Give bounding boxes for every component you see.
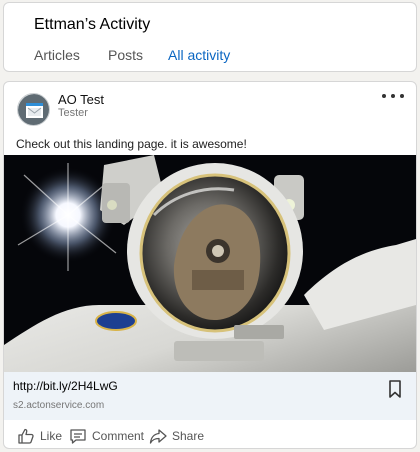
author-subtitle: Tester	[58, 107, 88, 119]
post-image[interactable]	[4, 155, 416, 372]
share-button[interactable]: Share	[149, 426, 204, 446]
post-text: Check out this landing page. it is aweso…	[16, 137, 247, 151]
envelope-icon	[18, 94, 49, 125]
post-card: AO Test Tester Check out this landing pa…	[3, 81, 417, 449]
tab-articles[interactable]: Articles	[34, 47, 80, 71]
link-preview[interactable]: http://bit.ly/2H4LwG s2.actonservice.com	[4, 372, 416, 420]
share-label: Share	[172, 429, 205, 443]
link-domain: s2.actonservice.com	[13, 400, 105, 411]
activity-title: Ettman’s Activity	[34, 16, 151, 33]
more-options-button[interactable]	[382, 88, 404, 104]
activity-header-card: Ettman’s Activity Articles Posts All act…	[3, 2, 417, 72]
bookmark-icon[interactable]	[388, 380, 402, 398]
like-label: Like	[40, 429, 63, 443]
link-url[interactable]: http://bit.ly/2H4LwG	[13, 379, 118, 393]
thumbs-up-icon	[18, 428, 34, 444]
comment-icon	[70, 429, 86, 444]
ellipsis-icon	[382, 94, 386, 98]
comment-button[interactable]: Comment	[69, 426, 144, 446]
like-button[interactable]: Like	[17, 426, 62, 446]
share-arrow-icon	[149, 429, 167, 444]
comment-label: Comment	[92, 429, 145, 443]
post-actions: Like Comment Share	[4, 420, 416, 448]
author-name[interactable]: AO Test	[58, 92, 104, 107]
tab-posts[interactable]: Posts	[108, 47, 143, 71]
astronaut-photo	[4, 155, 416, 372]
tab-all-activity[interactable]: All activity	[168, 47, 230, 71]
avatar[interactable]	[17, 93, 50, 126]
